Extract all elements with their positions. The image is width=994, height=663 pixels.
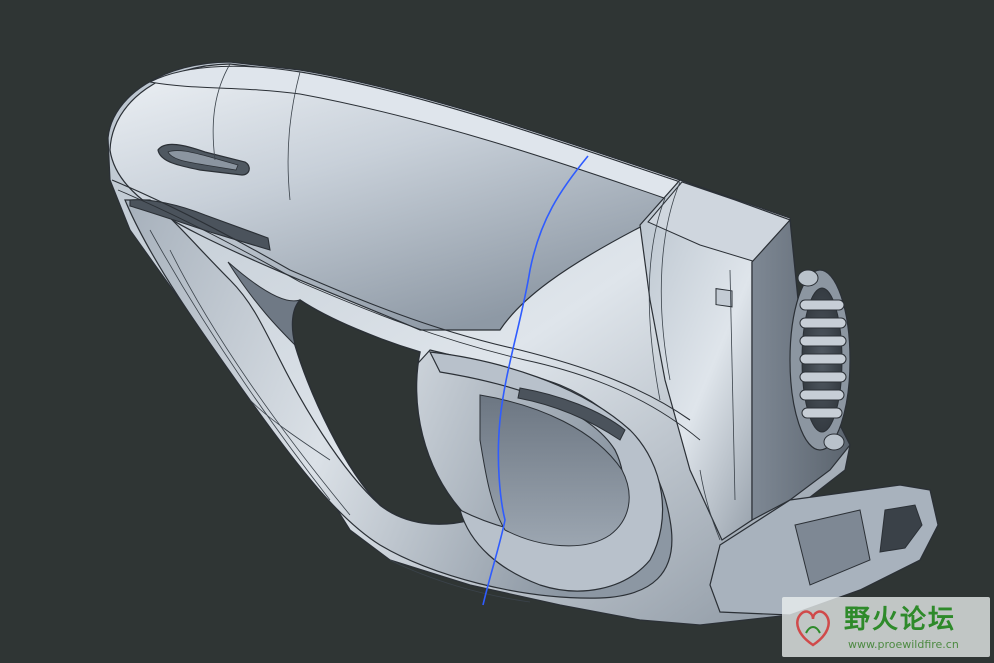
vent-ribs bbox=[799, 299, 847, 419]
vent-knob-top bbox=[797, 269, 819, 287]
nose-tab bbox=[715, 288, 733, 308]
watermark-url: www.proewildfire.cn bbox=[848, 638, 959, 651]
vent-knob-bottom bbox=[823, 433, 845, 451]
graphics-viewport[interactable]: 野火论坛 www.proewildfire.cn bbox=[0, 0, 994, 663]
3d-model-render[interactable] bbox=[0, 0, 994, 663]
watermark-title: 野火论坛 bbox=[844, 605, 957, 635]
watermark-logo-icon bbox=[796, 610, 830, 647]
forum-watermark: 野火论坛 www.proewildfire.cn bbox=[782, 597, 990, 657]
